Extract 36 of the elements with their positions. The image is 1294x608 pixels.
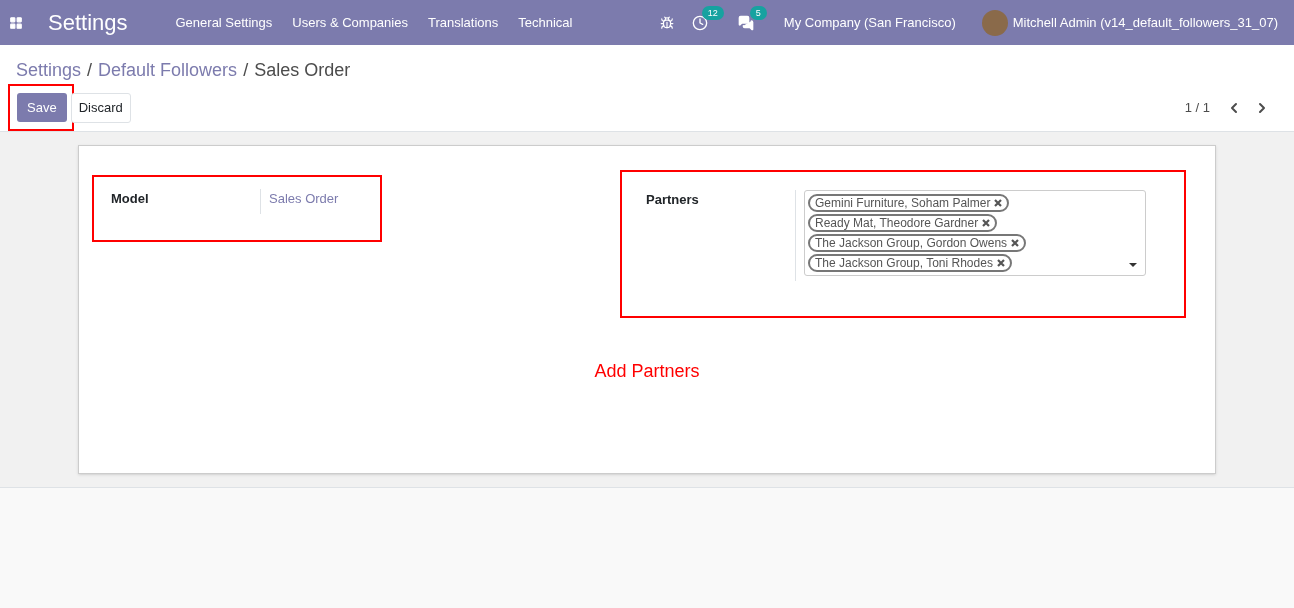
breadcrumb-current: Sales Order [254, 59, 351, 82]
avatar-icon [981, 9, 1008, 36]
company-switcher[interactable]: My Company (San Francisco) [783, 12, 956, 33]
bug-icon[interactable] [659, 15, 674, 30]
menu-link[interactable]: General Settings [165, 12, 283, 33]
chat-icon[interactable] [737, 14, 754, 31]
menu-link[interactable]: Users & Companies [282, 12, 418, 33]
model-link[interactable]: Sales Order [269, 189, 339, 240]
app-title: Settings [48, 9, 128, 37]
breadcrumb-link[interactable]: Default Followers [98, 57, 238, 84]
count-badge: 12 [701, 5, 724, 20]
partner-tag: The Jackson Group, Gordon Owens [808, 234, 1027, 252]
menu-link[interactable]: Translations [417, 12, 509, 33]
partner-tag: Gemini Furniture, Soham Palmer [808, 194, 1010, 212]
breadcrumb-separator: / [87, 59, 93, 82]
partners-field[interactable]: Gemini Furniture, Soham Palmer Ready Mat, Theodore Gardner The Jackson Group, Gordon Owens The Jackson Group, Toni Rhodes [804, 190, 1146, 276]
remove-icon[interactable] [982, 219, 991, 227]
annotation-text: Add Partners [594, 360, 700, 383]
partner-tag: The Jackson Group, Toni Rhodes [808, 254, 1012, 272]
pager-value: 1 / 1 [1184, 99, 1210, 118]
save-button[interactable]: Save [17, 93, 67, 122]
field-label: Partners [646, 190, 796, 281]
activity-icon[interactable] [691, 14, 708, 31]
user-menu[interactable]: Mitchell Admin (v14_default_followers_31_07) [1012, 12, 1278, 33]
remove-icon[interactable] [994, 199, 1003, 207]
partner-tag: Ready Mat, Theodore Gardner [808, 214, 998, 232]
field-label: Model [111, 189, 261, 214]
discard-button[interactable]: Discard [70, 93, 131, 123]
menu-link[interactable]: Technical [508, 12, 583, 33]
breadcrumb-separator: / [243, 59, 249, 82]
app-menu-icon[interactable] [9, 15, 23, 30]
remove-icon[interactable] [1011, 239, 1020, 247]
dropdown-caret-icon[interactable] [1129, 263, 1137, 267]
remove-icon[interactable] [996, 259, 1005, 267]
breadcrumb-link[interactable]: Settings [16, 57, 82, 84]
count-badge: 5 [749, 5, 767, 20]
